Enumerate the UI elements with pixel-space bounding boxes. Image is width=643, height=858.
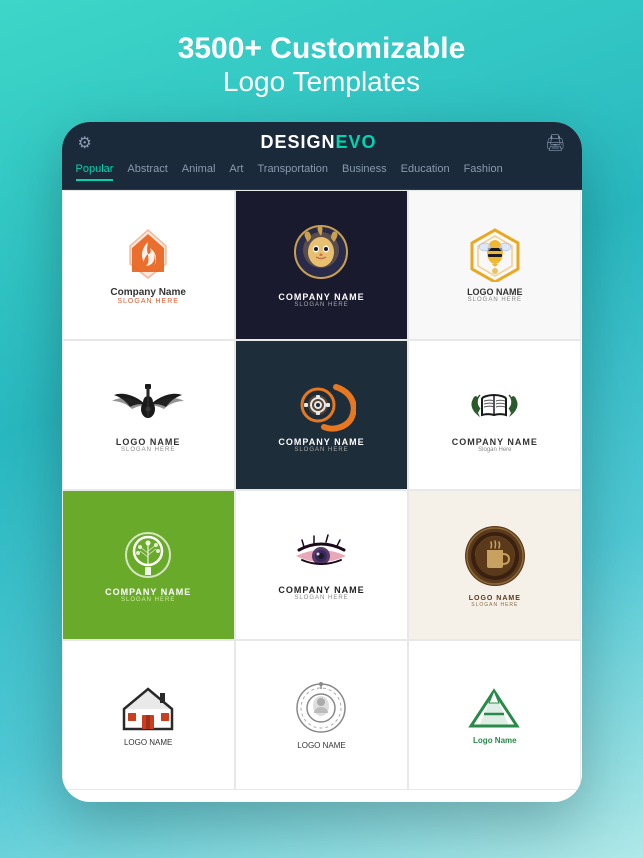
cell2-slogan: SLOGAN HERE [294, 302, 348, 308]
cell9-slogan: SLOGAN HERE [471, 602, 518, 608]
tree-logo-icon [118, 527, 178, 582]
mountain-logo-icon [467, 686, 522, 731]
tab-art[interactable]: Art [229, 163, 243, 181]
cell5-name: COMPANY NAME [278, 437, 364, 447]
nav-tabs: Popular Abstract Animal Art Transportati… [62, 163, 582, 190]
cell8-name: COMPANY NAME [278, 585, 364, 595]
cell3-slogan: SLOGAN HERE [468, 297, 522, 303]
cell6-slogan: Slogan Here [478, 447, 511, 453]
logo-cell-7[interactable]: COMPANY NAME SLOGAN HERE [62, 490, 235, 640]
cell10-name: LOGO NAME [124, 738, 172, 747]
cell1-slogan: SLOGAN HERE [117, 298, 179, 305]
guitar-wings-icon [108, 377, 188, 432]
cell12-name: Logo Name [473, 736, 517, 745]
flame-logo-icon [122, 226, 174, 282]
eye-logo-icon [286, 377, 356, 432]
cell9-name: LOGO NAME [469, 595, 521, 602]
cell2-name: COMPANY NAME [278, 292, 364, 302]
cell7-slogan: SLOGAN HERE [121, 597, 175, 603]
logo-cell-10[interactable]: LOGO NAME [62, 640, 235, 790]
gear-icon[interactable]: ⚙ [78, 133, 92, 153]
logo-cell-6[interactable]: COMPANY NAME Slogan Here [408, 340, 581, 490]
logo-evo-text: EVO [336, 132, 377, 152]
tab-animal[interactable]: Animal [182, 163, 216, 181]
book-laurel-icon [462, 377, 527, 432]
cell5-slogan: SLOGAN HERE [294, 447, 348, 453]
app-logo: DESIGNEVO [261, 132, 377, 153]
hero-line2: Logo Templates [178, 66, 466, 98]
hero-section: 3500+ Customizable Logo Templates [178, 32, 466, 98]
tablet-frame: ⚙ DESIGNEVO 🖨 Popular Abstract Animal Ar… [62, 122, 582, 802]
logo-cell-9[interactable]: LOGO NAME SLOGAN HERE [408, 490, 581, 640]
hero-line1: 3500+ Customizable [178, 32, 466, 66]
logo-cell-11[interactable]: LOGO NAME [235, 640, 408, 790]
tab-fashion[interactable]: Fashion [464, 163, 503, 181]
cell6-name: COMPANY NAME [452, 437, 538, 447]
beauty-eye-icon [284, 530, 359, 580]
app-header: ⚙ DESIGNEVO 🖨 [62, 122, 582, 163]
tab-education[interactable]: Education [401, 163, 450, 181]
cell8-slogan: SLOGAN HERE [294, 595, 348, 601]
cell4-slogan: SLOGAN HERE [121, 447, 175, 453]
tab-popular[interactable]: Popular [76, 163, 114, 181]
cell7-name: COMPANY NAME [105, 587, 191, 597]
lion-logo-icon [291, 222, 351, 287]
save-icon[interactable]: 🖨 [545, 133, 565, 153]
tab-abstract[interactable]: Abstract [127, 163, 167, 181]
logo-cell-4[interactable]: LOGO NAME SLOGAN HERE [62, 340, 235, 490]
logo-cell-3[interactable]: LOGO NAME SLOGAN HERE [408, 190, 581, 340]
logo-cell-1[interactable]: Company Name SLOGAN HERE [62, 190, 235, 340]
tab-business[interactable]: Business [342, 163, 387, 181]
house-logo-icon [116, 683, 181, 733]
cell4-name: LOGO NAME [116, 437, 181, 447]
bee-logo-icon [466, 227, 524, 282]
cell3-name: LOGO NAME [467, 287, 523, 297]
ornament-logo-icon [294, 681, 349, 736]
logo-grid: Company Name SLOGAN HERE [62, 190, 582, 802]
tab-transportation[interactable]: Transportation [257, 163, 328, 181]
logo-cell-2[interactable]: COMPANY NAME SLOGAN HERE [235, 190, 408, 340]
logo-cell-12[interactable]: Logo Name [408, 640, 581, 790]
coffee-badge-icon [461, 522, 529, 590]
logo-cell-5[interactable]: COMPANY NAME SLOGAN HERE [235, 340, 408, 490]
cell1-name: Company Name [110, 287, 186, 298]
logo-cell-8[interactable]: COMPANY NAME SLOGAN HERE [235, 490, 408, 640]
cell11-name: LOGO NAME [297, 741, 345, 750]
logo-design-text: DESIGN [261, 132, 336, 152]
